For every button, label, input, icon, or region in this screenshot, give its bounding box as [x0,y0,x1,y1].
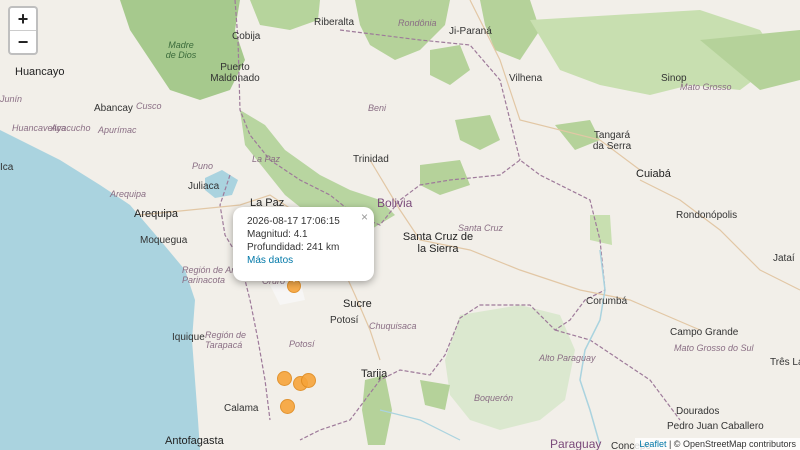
leaflet-link[interactable]: Leaflet [639,439,666,449]
label-corumba: Corumbá [586,296,628,307]
map-base [0,0,800,450]
zoom-out-button[interactable]: − [10,30,36,53]
label-alto-paraguay: Alto Paraguay [539,353,596,363]
label-potosi-region: Potosí [289,339,315,349]
label-riberalta: Riberalta [314,17,355,28]
osm-attribution: | © OpenStreetMap contributors [668,439,796,449]
popup-tip [286,273,302,282]
map-attribution: Leaflet | © OpenStreetMap contributors [635,438,800,450]
label-cuiaba: Cuiabá [636,168,671,180]
map[interactable]: Huancayo Junín Huancavelica Abancay Cusc… [0,0,800,450]
label-chuquisaca: Chuquisaca [369,321,417,331]
label-ayacucho: Ayacucho [51,123,91,133]
label-dourados: Dourados [676,406,720,417]
label-paraguay: Paraguay [550,437,602,450]
label-santa-cruz-city: Santa Cruz de la Sierra [402,231,474,255]
label-vilhena: Vilhena [509,73,543,84]
popup-magnitude: Magnitud: 4.1 [247,229,308,240]
popup-close-button[interactable]: × [361,211,368,224]
label-cobija: Cobija [232,31,261,42]
label-bolivia: Bolivia [377,196,413,210]
label-rondonopolis: Rondonópolis [676,210,738,221]
label-moquegua: Moquegua [140,235,188,246]
label-cusco: Cusco [136,101,162,111]
label-arequipa: Arequipa [134,208,179,220]
label-potosi-city: Potosí [330,315,359,326]
earthquake-marker[interactable] [301,373,316,388]
label-junin: Junín [0,94,23,104]
earthquake-marker[interactable] [277,371,292,386]
label-mato-grosso: Mato Grosso [680,82,732,92]
label-iquique: Iquique [172,332,205,343]
zoom-control: + − [8,6,38,55]
label-madre-de-dios: Madre de Dios [165,40,197,60]
label-huancayo: Huancayo [15,66,65,78]
popup-more-data-link[interactable]: Más datos [247,255,293,266]
label-santa-cruz-region: Santa Cruz [458,223,504,233]
label-mato-grosso-sul: Mato Grosso do Sul [674,343,754,353]
label-antofagasta: Antofagasta [165,435,224,447]
label-rondonia: Rondônia [398,18,437,28]
label-calama: Calama [224,403,259,414]
label-ji-parana: Ji-Paraná [449,26,492,37]
label-puno: Puno [192,161,214,171]
label-tangara: Tangará da Serra [592,130,632,152]
label-pedro-juan: Pedro Juan Caballero [667,421,764,432]
label-beni: Beni [368,103,387,113]
label-trinidad: Trinidad [353,154,389,165]
label-juliaca: Juliaca [188,181,220,192]
label-apurimac: Apurímac [98,125,137,135]
label-tres-lagoas: Três Lagoas [770,357,800,368]
label-jatai: Jataí [773,253,795,264]
popup-datetime: 2026-08-17 17:06:15 [247,216,340,227]
label-boqueron: Boquerón [474,393,514,403]
label-campo-grande: Campo Grande [670,327,739,338]
label-tarapaca: Región de Tarapacá [205,330,247,350]
label-arequipa-region: Arequipa [110,189,147,199]
earthquake-marker[interactable] [280,399,295,414]
label-tarija: Tarija [361,368,388,380]
label-ica: Ica [0,162,14,173]
label-abancay: Abancay [94,103,133,114]
label-puerto-maldonado: Puerto Maldonado [210,62,260,84]
popup-depth: Profundidad: 241 km [247,242,340,253]
label-sucre: Sucre [343,298,372,310]
label-la-paz-region: La Paz [252,154,281,164]
earthquake-popup: × 2026-08-17 17:06:15 Magnitud: 4.1 Prof… [233,207,374,281]
zoom-in-button[interactable]: + [10,8,36,30]
